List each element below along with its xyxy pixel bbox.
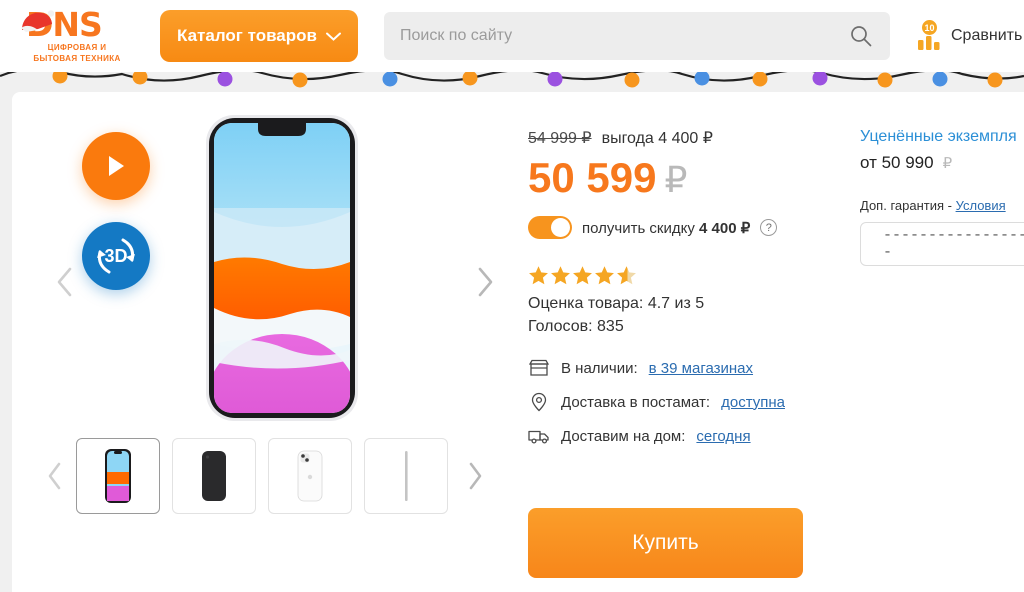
chevron-left-icon xyxy=(48,462,61,490)
used-price-currency: ₽ xyxy=(942,155,953,172)
logo-subtitle-line2: БЫТОВАЯ ТЕХНИКА xyxy=(33,54,121,63)
logo-subtitle-line1: ЦИФРОВАЯ И xyxy=(47,43,107,52)
thumbnail-strip xyxy=(40,430,510,522)
right-side-panel: Уценённые экземпля от 50 990 ₽ Доп. гара… xyxy=(860,128,1024,266)
toggle-knob xyxy=(551,218,570,237)
warranty-label-row: Доп. гарантия - Условия xyxy=(860,198,1024,213)
store-icon xyxy=(528,358,550,378)
availability-link-stores[interactable]: в 39 магазинах xyxy=(649,360,753,377)
product-gallery: 3D xyxy=(40,104,510,444)
thumbnails-next-button[interactable] xyxy=(460,456,490,496)
star-rating[interactable] xyxy=(528,265,848,286)
chevron-right-icon xyxy=(478,267,493,297)
iphone-side-edge-icon xyxy=(405,451,408,501)
thumbnail-iphone-back-white[interactable] xyxy=(268,438,352,514)
catalog-button-label: Каталог товаров xyxy=(177,26,317,45)
discount-toggle[interactable] xyxy=(528,216,572,239)
discount-text-prefix: получить скидку xyxy=(582,219,700,237)
votes-text: Голосов: 835 xyxy=(528,318,624,335)
discount-toggle-label: получить скидку 4 400 ₽ xyxy=(582,219,750,237)
catalog-button[interactable]: Каталог товаров xyxy=(160,10,358,62)
rating-text: Оценка товара: 4.7 из 5 xyxy=(528,295,705,312)
used-price-row: от 50 990 ₽ xyxy=(860,153,1024,173)
product-image-iphone-front[interactable] xyxy=(202,112,362,424)
video-play-button[interactable] xyxy=(82,132,150,200)
thumbnail-iphone-back-black[interactable] xyxy=(172,438,256,514)
compare-icon-wrapper: 10 xyxy=(916,19,942,50)
availability-label-stores: В наличии: xyxy=(561,359,638,377)
thumbnails-prev-button[interactable] xyxy=(40,456,70,496)
warranty-label: Доп. гарантия - xyxy=(860,198,956,213)
play-icon xyxy=(109,156,124,176)
buy-button[interactable]: Купить xyxy=(528,508,803,578)
santa-hat-icon xyxy=(21,10,54,32)
search-bar[interactable] xyxy=(384,12,890,60)
warranty-select[interactable]: ------------------ xyxy=(860,222,1024,266)
help-icon[interactable]: ? xyxy=(760,219,778,236)
discount-amount: 4 400 ₽ xyxy=(699,219,751,237)
chevron-left-icon xyxy=(57,267,72,297)
media-buttons: 3D xyxy=(82,132,150,290)
compare-button[interactable]: 10 Сравнить xyxy=(916,19,1023,50)
product-info: 54 999 ₽ выгода 4 400 ₽ 50 599 ₽ получит… xyxy=(528,128,848,460)
current-price: 50 599 xyxy=(528,154,657,201)
star-icon-filled xyxy=(529,266,548,285)
view-3d-label: 3D xyxy=(104,245,128,266)
star-icon-filled xyxy=(573,266,592,285)
star-icon-filled xyxy=(595,266,614,285)
truck-icon xyxy=(528,426,550,446)
warranty-terms-link[interactable]: Условия xyxy=(956,198,1006,213)
iphone-back-white-icon xyxy=(297,450,323,502)
availability-link-home[interactable]: сегодня xyxy=(696,428,750,445)
availability-label-postamat: Доставка в постамат: xyxy=(561,393,711,411)
star-icon-filled xyxy=(551,266,570,285)
benefit-label: выгода 4 400 ₽ xyxy=(601,130,713,147)
compare-label: Сравнить xyxy=(951,27,1023,44)
used-price-value: от 50 990 xyxy=(860,153,934,172)
old-price-row: 54 999 ₽ выгода 4 400 ₽ xyxy=(528,128,848,148)
star-icon-half xyxy=(617,266,636,285)
product-card: 3D 54 999 ₽ выгода 4 400 ₽ 50 599 ₽ полу… xyxy=(12,92,1024,592)
iphone-front-colorful-icon xyxy=(105,449,131,503)
current-price-row: 50 599 ₽ xyxy=(528,154,848,204)
availability-label-home: Доставим на дом: xyxy=(561,427,686,445)
availability-row-postamat: Доставка в постамат: доступна xyxy=(528,392,848,412)
gallery-prev-button[interactable] xyxy=(52,262,78,302)
search-input[interactable] xyxy=(384,27,850,45)
dns-logo[interactable]: DNS ЦИФРОВАЯ И БЫТОВАЯ ТЕХНИКА xyxy=(14,8,132,64)
availability-row-stores: В наличии: в 39 магазинах xyxy=(528,358,848,378)
iphone-back-black-icon xyxy=(202,451,226,501)
used-items-link[interactable]: Уценённые экземпля xyxy=(860,128,1024,146)
old-price: 54 999 ₽ xyxy=(528,130,592,147)
discount-toggle-row: получить скидку 4 400 ₽ ? xyxy=(528,216,848,239)
compare-count-badge: 10 xyxy=(921,19,938,36)
availability-list: В наличии: в 39 магазинах Доставка в пос… xyxy=(528,358,848,446)
view-3d-button[interactable]: 3D xyxy=(82,222,150,290)
thumbnail-iphone-side-edge[interactable] xyxy=(364,438,448,514)
page-root: DNS ЦИФРОВАЯ И БЫТОВАЯ ТЕХНИКА Каталог т… xyxy=(0,0,1024,592)
map-pin-icon xyxy=(528,392,550,412)
site-header: DNS ЦИФРОВАЯ И БЫТОВАЯ ТЕХНИКА Каталог т… xyxy=(0,0,1024,72)
currency-symbol: ₽ xyxy=(664,159,688,200)
availability-link-postamat[interactable]: доступна xyxy=(721,394,785,411)
search-icon[interactable] xyxy=(850,25,872,47)
thumbnail-iphone-front[interactable] xyxy=(76,438,160,514)
availability-row-home: Доставим на дом: сегодня xyxy=(528,426,848,446)
gallery-next-button[interactable] xyxy=(472,262,498,302)
chevron-down-icon xyxy=(325,32,341,41)
chevron-right-icon xyxy=(469,462,482,490)
